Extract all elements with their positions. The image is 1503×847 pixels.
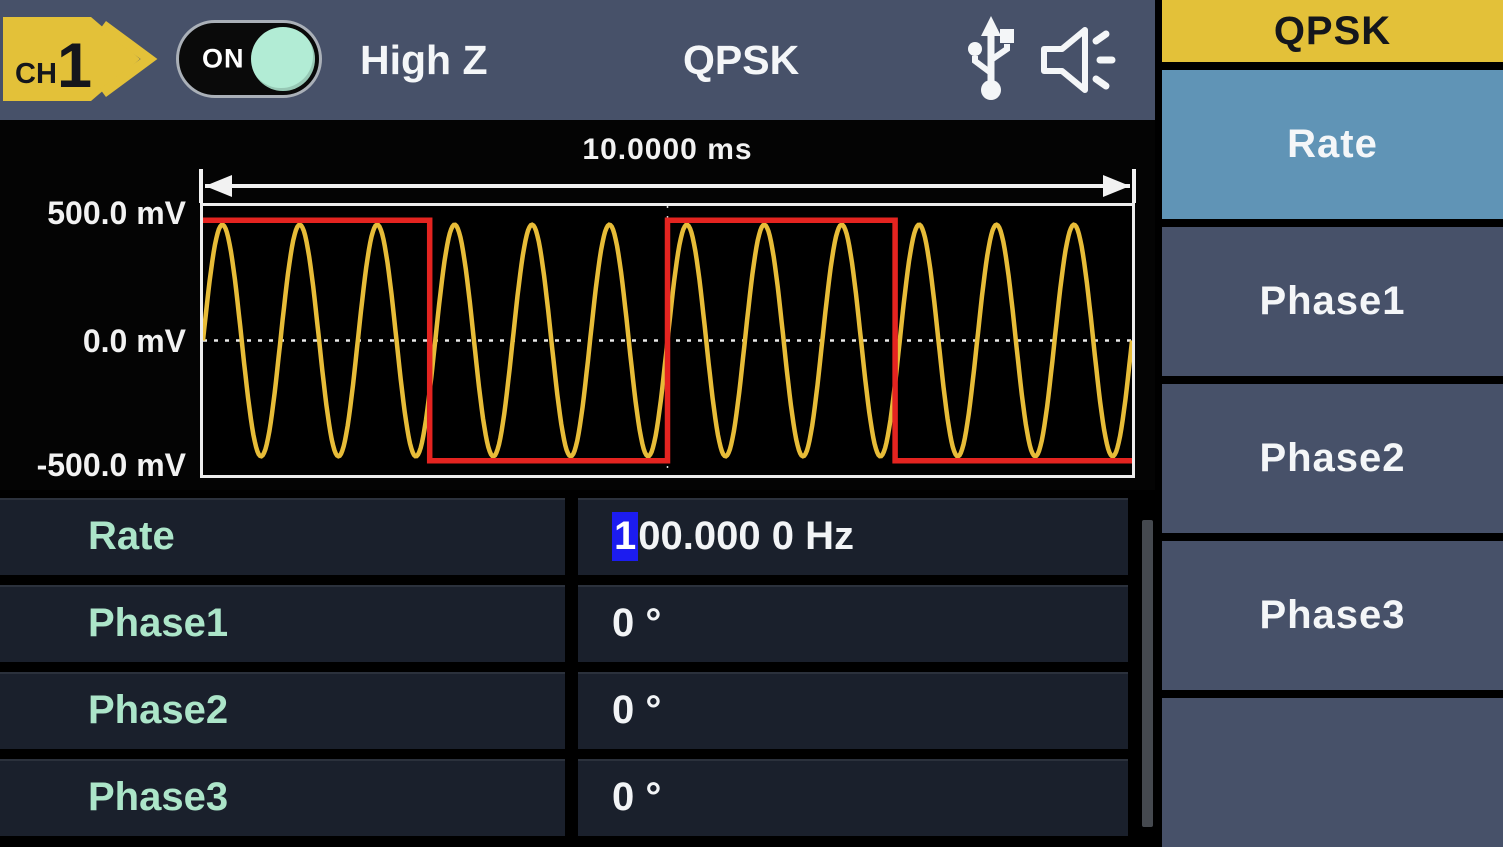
time-span-arrow (198, 169, 1137, 203)
param-label-rate: Rate (0, 498, 565, 575)
channel-badge[interactable]: CH 1 (3, 13, 171, 105)
edit-cursor: 1 (612, 512, 638, 561)
ytick-zero: 0.0 mV (0, 324, 186, 358)
param-value-phase1[interactable]: 0 ° (578, 585, 1128, 662)
mode-label: QPSK (683, 0, 799, 120)
softkey-menu: QPSK Rate Phase1 Phase2 Phase3 (1155, 0, 1503, 847)
top-status-bar: CH 1 ON High Z QPSK (0, 0, 1155, 120)
softkey-blank[interactable] (1162, 698, 1503, 847)
ytick-minus500: -500.0 mV (0, 448, 186, 482)
table-scrollbar[interactable] (1142, 520, 1153, 827)
param-label-phase2: Phase2 (0, 672, 565, 749)
table-row-phase1[interactable]: Phase1 0 ° (0, 585, 1128, 662)
table-row-rate[interactable]: Rate 100.000 0 Hz (0, 498, 1128, 575)
menu-title: QPSK (1162, 0, 1503, 62)
impedance-label: High Z (360, 0, 488, 120)
table-row-phase2[interactable]: Phase2 0 ° (0, 672, 1128, 749)
param-label-phase3: Phase3 (0, 759, 565, 836)
output-toggle[interactable]: ON (176, 20, 322, 98)
output-toggle-knob[interactable] (251, 27, 315, 91)
channel-prefix-label: CH (15, 58, 57, 90)
softkey-phase2[interactable]: Phase2 (1162, 384, 1503, 533)
main-area: CH 1 ON High Z QPSK (0, 0, 1155, 847)
speaker-icon (1038, 24, 1122, 96)
softkey-phase3[interactable]: Phase3 (1162, 541, 1503, 690)
channel-number-label: 1 (57, 31, 92, 101)
softkey-phase1[interactable]: Phase1 (1162, 227, 1503, 376)
usb-icon (962, 16, 1020, 102)
waveform-plot-box (200, 203, 1135, 478)
param-value-phase2[interactable]: 0 ° (578, 672, 1128, 749)
param-value-phase3[interactable]: 0 ° (578, 759, 1128, 836)
waveform-traces (203, 206, 1132, 475)
parameter-table: Rate 100.000 0 Hz Phase1 0 ° Phase2 0 ° … (0, 490, 1155, 847)
waveform-display: 10.0000 ms 500.0 mV 0.0 mV -500.0 mV (0, 120, 1155, 490)
table-row-phase3[interactable]: Phase3 0 ° (0, 759, 1128, 836)
param-label-phase1: Phase1 (0, 585, 565, 662)
ytick-plus500: 500.0 mV (0, 196, 186, 230)
param-value-rate[interactable]: 100.000 0 Hz (578, 498, 1128, 575)
softkey-rate[interactable]: Rate (1162, 70, 1503, 219)
signal-generator-screen: CH 1 ON High Z QPSK (0, 0, 1503, 847)
output-toggle-label: ON (202, 44, 245, 75)
rate-value-rest: 00.000 0 Hz (638, 514, 854, 559)
time-span-label: 10.0000 ms (200, 133, 1135, 167)
